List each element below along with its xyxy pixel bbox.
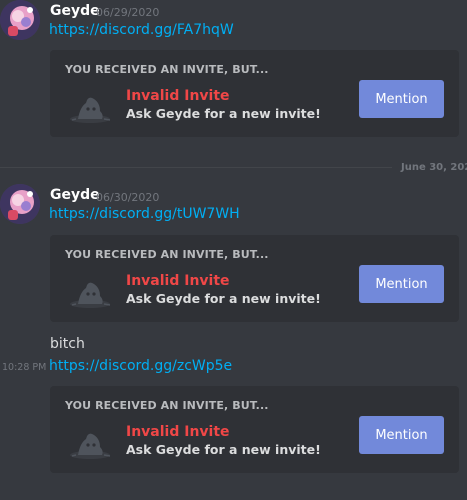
mention-button[interactable]: Mention xyxy=(359,80,444,118)
mention-button[interactable]: Mention xyxy=(359,416,444,454)
embed-title: Invalid Invite xyxy=(126,424,230,440)
invite-link[interactable]: https://discord.gg/FA7hqW xyxy=(49,22,234,38)
message-text: bitch xyxy=(50,336,85,352)
embed-header: YOU RECEIVED AN INVITE, BUT... xyxy=(65,63,269,76)
embed-subtitle: Ask Geyde for a new invite! xyxy=(126,106,321,121)
date-divider: June 30, 2020 xyxy=(401,162,467,173)
embed-title: Invalid Invite xyxy=(126,88,230,104)
avatar-image xyxy=(0,0,40,40)
invite-link[interactable]: https://discord.gg/tUW7WH xyxy=(49,206,240,222)
avatar[interactable] xyxy=(0,0,40,40)
embed-header: YOU RECEIVED AN INVITE, BUT... xyxy=(65,399,269,412)
avatar[interactable] xyxy=(0,184,40,224)
message-timestamp: 06/30/2020 xyxy=(96,191,160,204)
invite-embed: YOU RECEIVED AN INVITE, BUT... Invalid I… xyxy=(50,386,459,473)
invite-link[interactable]: https://discord.gg/zcWp5e xyxy=(49,358,232,374)
invalid-invite-icon xyxy=(70,433,111,459)
avatar-image xyxy=(0,184,40,224)
message-author[interactable]: Geyde xyxy=(50,187,100,203)
embed-subtitle: Ask Geyde for a new invite! xyxy=(126,291,321,306)
hover-timestamp: 10:28 PM xyxy=(2,362,47,373)
message-timestamp: 06/29/2020 xyxy=(96,6,160,19)
embed-header: YOU RECEIVED AN INVITE, BUT... xyxy=(65,248,269,261)
invite-embed: YOU RECEIVED AN INVITE, BUT... Invalid I… xyxy=(50,50,459,137)
invite-embed: YOU RECEIVED AN INVITE, BUT... Invalid I… xyxy=(50,235,459,322)
message-author[interactable]: Geyde xyxy=(50,3,100,19)
invalid-invite-icon xyxy=(70,97,111,123)
mention-button[interactable]: Mention xyxy=(359,265,444,303)
embed-title: Invalid Invite xyxy=(126,273,230,289)
invalid-invite-icon xyxy=(70,282,111,308)
embed-subtitle: Ask Geyde for a new invite! xyxy=(126,442,321,457)
date-divider-line xyxy=(0,167,392,168)
